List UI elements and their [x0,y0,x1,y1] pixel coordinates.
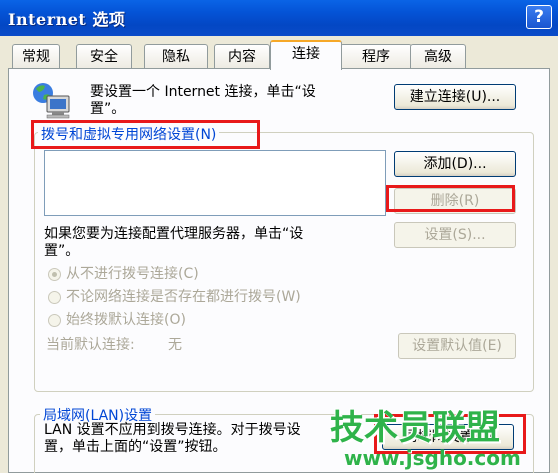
help-button[interactable]: ? [526,5,552,29]
setup-connection-button[interactable]: 建立连接(U)... [394,84,516,110]
radio-dial-when-absent-label: 不论网络连接是否存在都进行拨号(W) [66,289,301,305]
watermark-url: www.jsgho.com [344,446,521,470]
tab-content[interactable]: 内容 [214,44,270,70]
window-title: Internet 选项 [8,10,126,29]
tab-security[interactable]: 安全 [76,44,132,70]
setup-text-line2: 置”。 [90,101,126,117]
tab-general[interactable]: 常规 [12,44,60,70]
settings-button[interactable]: 设置(S)... [394,222,516,248]
lan-text-line1: LAN 设置不应用到拨号连接。对于拨号设 [44,422,301,438]
network-computer-icon [30,80,74,120]
radio-always-dial[interactable] [48,314,61,327]
proxy-text-line2: 置”。 [44,243,80,259]
radio-always-dial-label: 始终拨默认连接(O) [66,312,186,328]
radio-never-dial[interactable] [48,268,61,281]
tab-privacy[interactable]: 隐私 [144,44,208,70]
tab-advanced[interactable]: 高级 [410,44,466,70]
setup-text-line1: 要设置一个 Internet 连接，单击“设 [90,84,316,100]
title-bar: Internet 选项 ? [0,0,558,36]
current-default-label: 当前默认连接: [46,337,135,353]
tab-connections[interactable]: 连接 [270,40,342,70]
tab-programs[interactable]: 程序 [340,44,412,70]
radio-never-dial-label: 从不进行拨号连接(C) [66,266,199,282]
highlight-dialup-legend [31,120,260,149]
lan-text-line2: 置，单击上面的“设置”按钮。 [44,439,227,455]
watermark-title: 技术员联盟 [330,408,500,448]
highlight-remove-button [386,185,515,212]
add-button[interactable]: 添加(D)... [394,151,516,177]
current-default-value: 无 [168,337,182,353]
proxy-text-line1: 如果您要为连接配置代理服务器，单击“设 [44,226,304,242]
set-default-button[interactable]: 设置默认值(E) [398,333,516,359]
radio-dial-when-absent[interactable] [48,291,61,304]
connections-listbox[interactable] [44,150,386,216]
